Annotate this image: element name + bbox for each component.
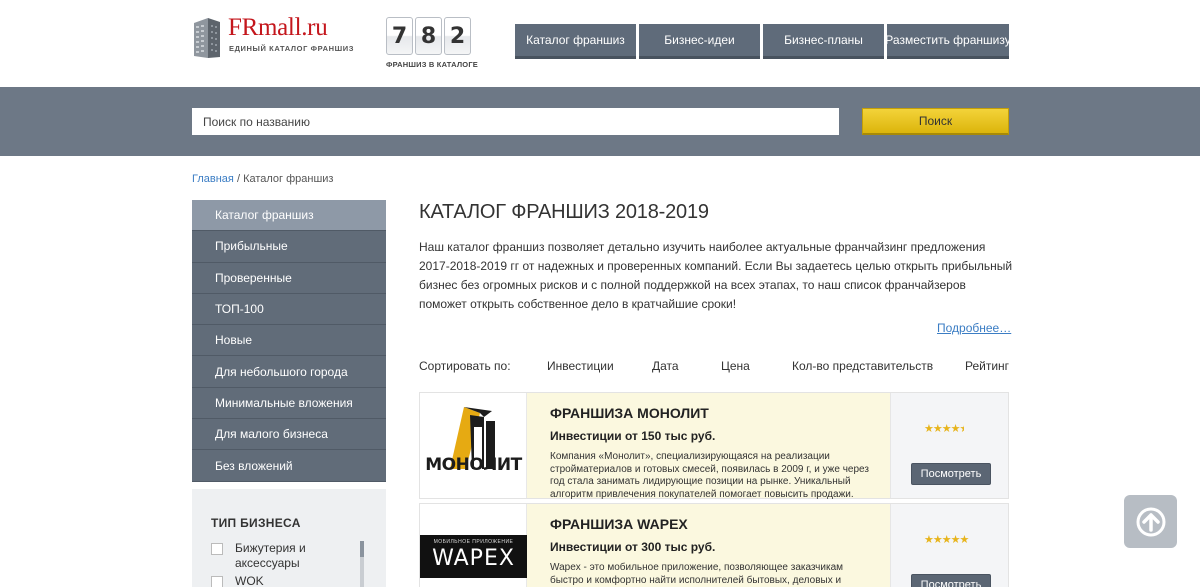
business-type-filter: ТИП БИЗНЕСА Бижутерия и аксессуары WOK: [192, 489, 386, 587]
card-title[interactable]: ФРАНШИЗА МОНОЛИТ: [550, 405, 890, 421]
filter-title: ТИП БИЗНЕСА: [211, 516, 301, 530]
checkbox[interactable]: [211, 576, 223, 587]
scroll-to-top-button[interactable]: [1124, 495, 1177, 548]
breadcrumb: Главная / Каталог франшиз: [192, 173, 333, 185]
counter-digit: 8: [415, 17, 442, 55]
intro-text: Наш каталог франшиз позволяет детально и…: [419, 240, 1013, 311]
checkbox[interactable]: [211, 543, 223, 555]
nav-post-franchise[interactable]: Разместить франшизу: [885, 24, 1011, 59]
sort-by-offices[interactable]: Кол-во представительств: [792, 359, 933, 373]
sort-label: Сортировать по:: [419, 359, 511, 373]
card-investment: Инвестиции от 300 тыс руб.: [550, 540, 716, 554]
filter-option[interactable]: Бижутерия и аксессуары: [211, 541, 345, 571]
monolit-logo-icon: [450, 407, 495, 469]
sidebar-item-new[interactable]: Новые: [192, 325, 386, 357]
breadcrumb-home-link[interactable]: Главная: [192, 173, 234, 185]
logo-subtitle: ЕДИНЫЙ КАТАЛОГ ФРАНШИЗ: [229, 44, 355, 53]
view-button[interactable]: Посмотреть: [911, 463, 991, 485]
sidebar-item-small-business[interactable]: Для малого бизнеса: [192, 419, 386, 451]
sidebar-item-min-investment[interactable]: Минимальные вложения: [192, 387, 386, 420]
logo-text: МОНОЛИТ: [425, 455, 522, 475]
breadcrumb-separator: /: [236, 173, 240, 185]
franchise-counter: 7 8 2 ФРАНШИЗ В КАТАЛОГЕ: [386, 17, 478, 69]
franchise-card[interactable]: МОНОЛИТ ФРАНШИЗА МОНОЛИТ Инвестиции от 1…: [419, 392, 1009, 500]
filter-option-label: Бижутерия и аксессуары: [235, 541, 306, 570]
filter-option[interactable]: WOK: [211, 574, 264, 587]
franchise-logo[interactable]: МОНОЛИТ: [420, 393, 527, 498]
view-button[interactable]: Посмотреть: [911, 574, 991, 587]
sidebar-item-verified[interactable]: Проверенные: [192, 262, 386, 294]
rating-stars-icon: ★★★★★: [924, 423, 965, 435]
nav-business-plans[interactable]: Бизнес-планы: [763, 24, 884, 59]
filter-option-label: WOK: [235, 574, 264, 587]
search-band: Поиск: [0, 87, 1200, 156]
sidebar-item-small-town[interactable]: Для небольшого города: [192, 356, 386, 388]
sort-by-rating[interactable]: Рейтинг: [965, 359, 1009, 373]
counter-label: ФРАНШИЗ В КАТАЛОГЕ: [386, 60, 478, 69]
site-logo[interactable]: FRmall.ru ЕДИНЫЙ КАТАЛОГ ФРАНШИЗ: [192, 14, 355, 59]
sidebar-item-no-investment[interactable]: Без вложений: [192, 450, 386, 482]
arrow-up-circle-icon: [1136, 507, 1165, 536]
sort-bar: Сортировать по: Инвестиции Дата Цена Кол…: [419, 359, 1009, 375]
card-body: ФРАНШИЗА WAPEX Инвестиции от 300 тыс руб…: [527, 504, 890, 587]
franchise-card[interactable]: МОБИЛЬНОЕ ПРИЛОЖЕНИЕ WAPEX ФРАНШИЗА WAPE…: [419, 503, 1009, 587]
filter-scrollbar-thumb[interactable]: [360, 541, 364, 557]
card-body: ФРАНШИЗА МОНОЛИТ Инвестиции от 150 тыс р…: [527, 393, 890, 500]
top-navigation: Каталог франшиз Бизнес-идеи Бизнес-планы…: [515, 24, 1011, 59]
sidebar-menu: Каталог франшиз Прибыльные Проверенные Т…: [192, 200, 386, 482]
counter-digit: 7: [386, 17, 413, 55]
rating-stars-icon: ★★★★★: [924, 534, 969, 546]
sidebar-item-top100[interactable]: ТОП-100: [192, 293, 386, 326]
sort-by-price[interactable]: Цена: [721, 359, 750, 373]
logo-small-text: МОБИЛЬНОЕ ПРИЛОЖЕНИЕ: [433, 539, 514, 545]
search-input[interactable]: [192, 108, 839, 135]
site-header: FRmall.ru ЕДИНЫЙ КАТАЛОГ ФРАНШИЗ 7 8 2 Ф…: [0, 0, 1200, 87]
counter-digit: 2: [444, 17, 471, 55]
sidebar-item-catalog[interactable]: Каталог франшиз: [192, 200, 386, 232]
nav-catalog[interactable]: Каталог франшиз: [515, 24, 636, 59]
sidebar-item-profitable[interactable]: Прибыльные: [192, 231, 386, 263]
card-side: ★★★★★ Посмотреть: [890, 393, 1008, 498]
breadcrumb-current: Каталог франшиз: [243, 173, 334, 185]
card-description: Компания «Монолит», специализирующаяся н…: [550, 451, 869, 500]
page-title: КАТАЛОГ ФРАНШИЗ 2018-2019: [419, 201, 709, 223]
search-button[interactable]: Поиск: [862, 108, 1009, 135]
sort-by-date[interactable]: Дата: [652, 359, 679, 373]
franchise-logo[interactable]: МОБИЛЬНОЕ ПРИЛОЖЕНИЕ WAPEX: [420, 504, 527, 587]
building-logo-icon: [194, 18, 220, 58]
nav-business-ideas[interactable]: Бизнес-идеи: [639, 24, 760, 59]
more-link[interactable]: Подробнее…: [937, 321, 1011, 335]
logo-title: FRmall.ru: [228, 14, 328, 41]
logo-text: WAPEX: [432, 546, 515, 571]
card-description: Wapex - это мобильное приложение, позвол…: [550, 562, 844, 586]
sort-by-investment[interactable]: Инвестиции: [547, 359, 614, 373]
card-investment: Инвестиции от 150 тыс руб.: [550, 429, 716, 443]
card-title[interactable]: ФРАНШИЗА WAPEX: [550, 516, 890, 532]
filter-scrollbar[interactable]: [360, 541, 364, 587]
card-side: ★★★★★ Посмотреть: [890, 504, 1008, 587]
